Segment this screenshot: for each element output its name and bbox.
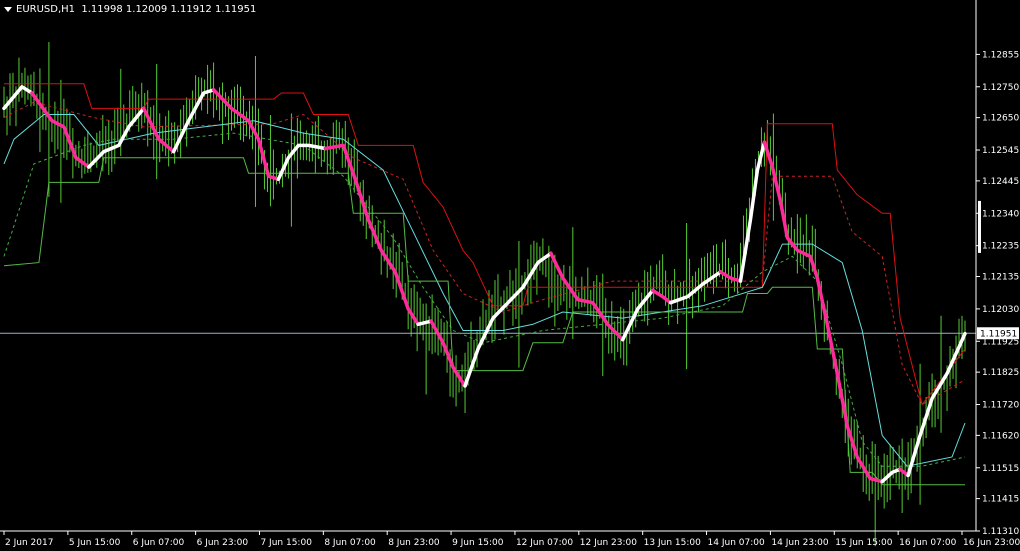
band-upper-mid	[3, 101, 966, 406]
price-tick-label-5: 1.12340	[982, 209, 1019, 219]
trend-segment-16	[738, 140, 767, 283]
price-chart[interactable]: 1.12855 1.12750 1.12650 1.12545 1.12445 1.123…	[0, 0, 1020, 551]
time-tick-label-1: 5 Jun 15:00	[69, 538, 121, 548]
price-tick-label-15: 1.11310	[982, 527, 1019, 537]
current-price-tag-label: 1.11951	[980, 329, 1017, 339]
price-tick-label-10: 1.11825	[982, 368, 1019, 378]
price-tick-label-1: 1.12750	[982, 83, 1019, 93]
time-tick-label-10: 13 Jun 15:00	[644, 538, 701, 548]
time-tick-label-12: 14 Jun 23:00	[771, 538, 828, 548]
time-tick-label-4: 7 Jun 15:00	[260, 538, 312, 548]
time-tick-label-2: 6 Jun 07:00	[133, 538, 185, 548]
chart-window[interactable]: 1.12855 1.12750 1.12650 1.12545 1.12445 1.123…	[0, 0, 1020, 551]
price-tick-label-2: 1.12650	[982, 114, 1019, 124]
time-tick-label-0: 2 Jun 2017	[5, 538, 53, 548]
trend-segment-1	[30, 91, 91, 169]
time-tick-label-11: 14 Jun 07:00	[708, 538, 765, 548]
price-tick-label-6: 1.12235	[982, 242, 1019, 252]
price-tick-label-13: 1.11515	[982, 464, 1019, 474]
price-tick-label-12: 1.11620	[982, 431, 1019, 441]
trend-segment-9	[429, 319, 467, 388]
price-tick-label-3: 1.12545	[982, 146, 1019, 156]
time-tick-label-7: 9 Jun 15:00	[452, 538, 504, 548]
axis-scroll-marker	[978, 200, 981, 253]
symbol-label: EURUSD,H1	[16, 4, 76, 15]
time-tick-label-8: 12 Jun 07:00	[516, 538, 573, 548]
time-tick-label-13: 15 Jun 15:00	[835, 538, 892, 548]
trend-segment-12	[620, 288, 655, 342]
trend-segment-18	[880, 467, 902, 484]
time-tick-label-14: 16 Jun 07:00	[899, 538, 956, 548]
price-tick-label-14: 1.11415	[982, 495, 1019, 505]
price-tick-label-7: 1.12135	[982, 273, 1019, 283]
chart-header: EURUSD,H1 1.11998 1.12009 1.11912 1.1195…	[4, 4, 256, 15]
dropdown-triangle-icon[interactable]	[4, 6, 12, 12]
time-tick-label-9: 12 Jun 23:00	[580, 538, 637, 548]
ohlc-values: 1.11998 1.12009 1.11912 1.11951	[81, 4, 257, 15]
trend-segment-11	[549, 251, 625, 342]
time-tick-label-3: 6 Jun 23:00	[197, 538, 249, 548]
price-tick-label-4: 1.12445	[982, 177, 1019, 187]
time-tick-label-6: 8 Jun 23:00	[388, 538, 440, 548]
band-lower	[3, 157, 965, 486]
trend-segment-7	[323, 143, 420, 327]
price-tick-label-11: 1.11720	[982, 401, 1019, 411]
trend-segment-13	[650, 288, 673, 305]
time-tick-label-15: 16 Jun 23:00	[963, 538, 1020, 548]
price-tick-label-8: 1.12030	[982, 305, 1019, 315]
price-tick-label-0: 1.12855	[982, 50, 1019, 60]
time-tick-label-5: 8 Jun 07:00	[324, 538, 376, 548]
